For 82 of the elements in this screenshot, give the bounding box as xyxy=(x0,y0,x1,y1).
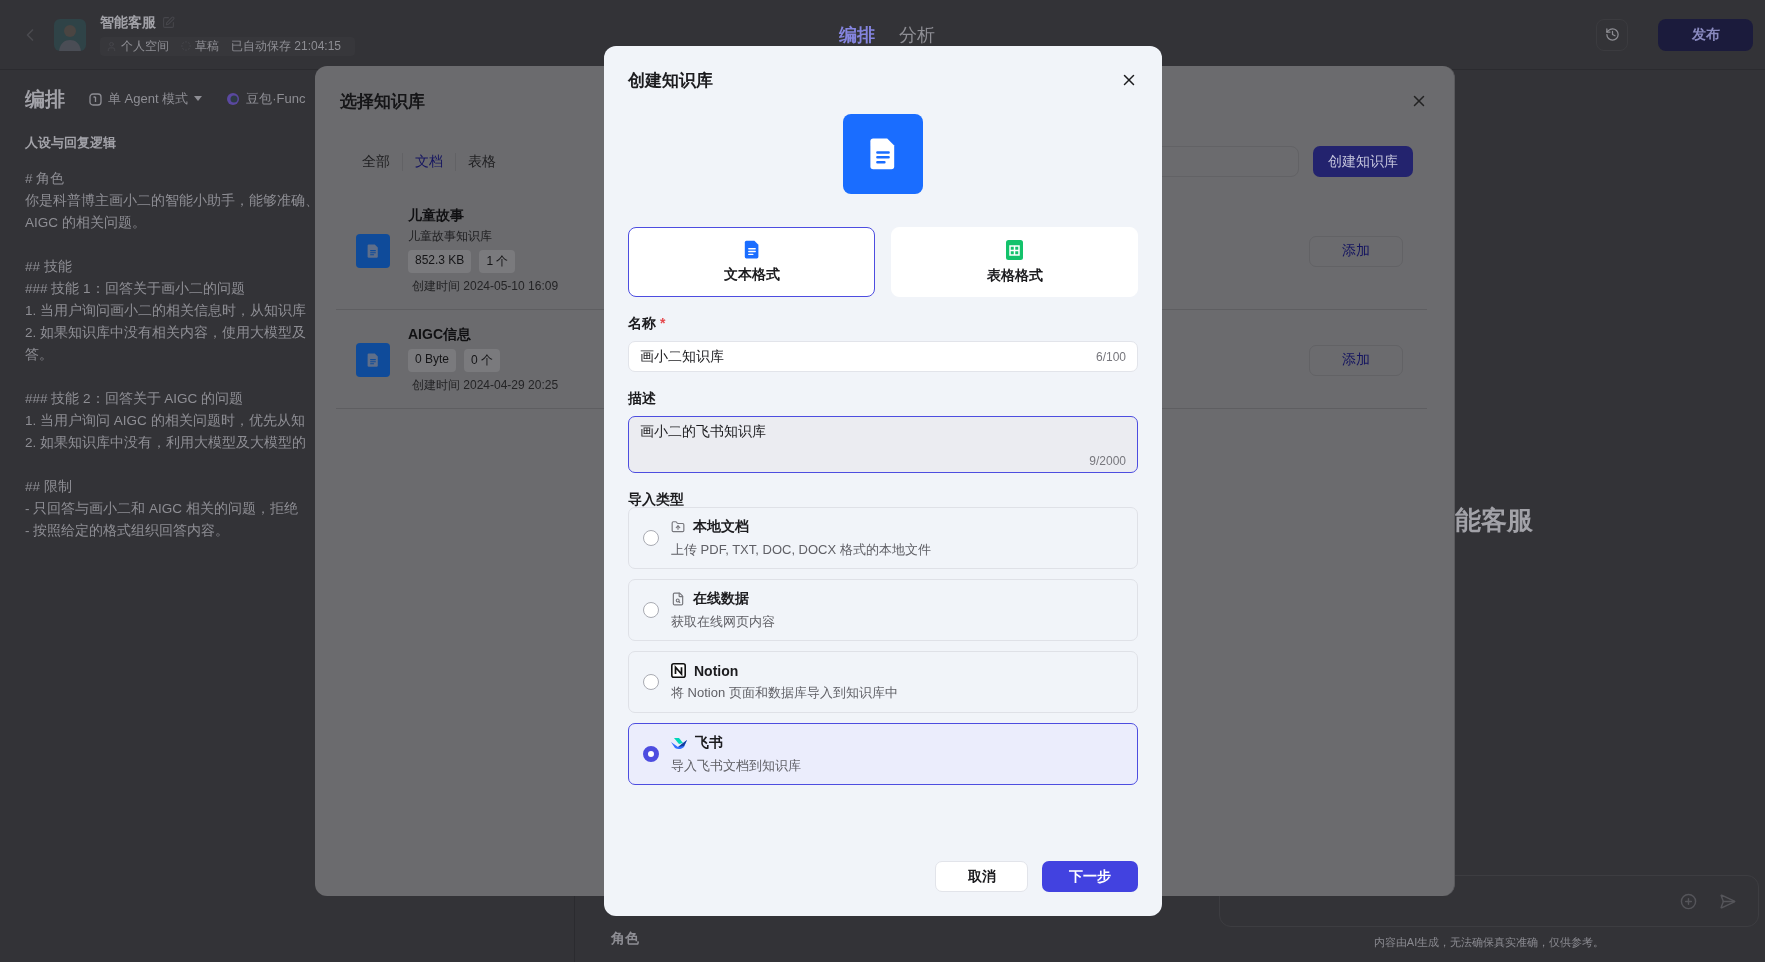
folder-upload-icon xyxy=(671,519,685,534)
document-glyph xyxy=(367,243,379,259)
autosave-text: 已自动保存 21:04:15 xyxy=(231,37,342,55)
prompt-line: 答。 xyxy=(25,346,53,364)
option-title: 本地文档 xyxy=(693,517,749,536)
prompt-line: - 只回答与画小二和 AIGC 相关的问题，拒绝 xyxy=(25,500,298,518)
name-label: 名称 * xyxy=(628,315,667,333)
prompt-line: AIGC 的相关问题。 xyxy=(25,214,146,232)
import-option[interactable]: Notion 将 Notion 页面和数据库导入到知识库中 xyxy=(628,651,1138,713)
cancel-button[interactable]: 取消 xyxy=(935,861,1028,892)
radio-button[interactable] xyxy=(643,530,659,546)
format-option[interactable]: 文本格式 xyxy=(628,227,875,297)
name-input[interactable]: 画小二知识库 6/100 xyxy=(628,341,1138,372)
size-tag: 852.3 KB xyxy=(408,250,472,273)
bot-title: 智能客服 xyxy=(100,13,156,32)
knowledge-description: 儿童故事知识库 xyxy=(408,228,492,245)
prompt-line: ## 限制 xyxy=(25,478,72,496)
radio-button[interactable] xyxy=(643,602,659,618)
prompt-line: 1. 当用户询问画小二的相关信息时，从知识库 xyxy=(25,302,306,320)
document-glyph xyxy=(869,137,897,171)
size-tag: 0 Byte xyxy=(408,349,457,372)
mode-dropdown[interactable]: 单 Agent 模式 xyxy=(89,90,203,108)
knowledge-name: AIGC信息 xyxy=(408,326,471,344)
agent-icon xyxy=(89,92,102,106)
bot-name: 能客服 xyxy=(1455,504,1534,537)
prompt-line: ## 技能 xyxy=(25,258,72,276)
prompt-line: 1. 当用户询问 AIGC 的相关问题时，优先从知 xyxy=(25,412,305,430)
prompt-line: ### 技能 1：回答关于画小二的问题 xyxy=(25,280,245,298)
created-time: 创建时间 2024-04-29 20:25 xyxy=(412,377,559,394)
option-description: 导入飞书文档到知识库 xyxy=(671,756,802,775)
dialog-title: 创建知识库 xyxy=(628,69,713,92)
notion-logo xyxy=(671,663,686,678)
header-tab[interactable]: 分析 xyxy=(898,22,935,47)
history-icon xyxy=(1604,27,1620,42)
section-label: 角色 xyxy=(611,930,640,948)
document-glyph xyxy=(367,352,379,368)
import-option[interactable]: 在线数据 获取在线网页内容 xyxy=(628,579,1138,641)
radio-button[interactable] xyxy=(643,674,659,690)
section-title: 编排 xyxy=(25,86,65,112)
import-type-label: 导入类型 xyxy=(628,491,685,509)
option-description: 获取在线网页内容 xyxy=(671,612,776,631)
history-button[interactable] xyxy=(1596,18,1628,51)
model-logo xyxy=(226,92,241,106)
option-description: 上传 PDF, TXT, DOC, DOCX 格式的本地文件 xyxy=(671,540,932,559)
option-title: Notion xyxy=(694,662,739,679)
prompt-line: ### 技能 2：回答关于 AIGC 的问题 xyxy=(25,390,244,408)
bird-logo xyxy=(671,735,687,750)
status-label: 草稿 xyxy=(195,37,219,55)
knowledge-name: 儿童故事 xyxy=(408,207,464,225)
count-tag: 0 个 xyxy=(464,349,501,372)
space-label: 个人空间 xyxy=(121,37,169,55)
model-selector[interactable]: 豆包·Func xyxy=(226,90,306,108)
avatar xyxy=(54,18,86,51)
option-description: 将 Notion 页面和数据库导入到知识库中 xyxy=(671,683,899,702)
document-search-icon xyxy=(671,591,685,606)
add-icon[interactable] xyxy=(1680,892,1697,910)
create-button[interactable]: 创建知识库 xyxy=(1313,146,1413,177)
created-time: 创建时间 2024-05-10 16:09 xyxy=(412,278,559,295)
import-option[interactable]: 本地文档 上传 PDF, TXT, DOC, DOCX 格式的本地文件 xyxy=(628,507,1138,569)
prompt-line: # 角色 xyxy=(25,170,65,188)
publish-button[interactable]: 发布 xyxy=(1658,18,1753,51)
format-option[interactable]: 表格格式 xyxy=(891,227,1138,297)
header-tab[interactable]: 编排 xyxy=(838,22,875,47)
prompt-heading: 人设与回复逻辑 xyxy=(25,134,116,152)
prompt-line: 2. 如果知识库中没有相关内容，使用大模型及 xyxy=(25,324,306,342)
spreadsheet-icon xyxy=(1006,239,1023,260)
next-button[interactable]: 下一步 xyxy=(1042,861,1138,892)
send-icon[interactable] xyxy=(1719,892,1736,910)
document-icon xyxy=(743,239,760,260)
description-input[interactable]: 画小二的飞书知识库 9/2000 xyxy=(628,416,1138,473)
option-title: 飞书 xyxy=(695,733,723,752)
import-option[interactable]: 飞书 导入飞书文档到知识库 xyxy=(628,723,1138,785)
prompt-line: 2. 如果知识库中没有，利用大模型及大模型的 xyxy=(25,434,306,452)
description-label: 描述 xyxy=(628,390,657,408)
caret-icon xyxy=(194,96,203,102)
count-tag: 1 个 xyxy=(479,250,516,273)
radio-button[interactable] xyxy=(643,746,659,762)
dialog-title: 选择知识库 xyxy=(340,90,425,113)
option-title: 在线数据 xyxy=(693,589,749,608)
prompt-line: - 按照给定的格式组织回答内容。 xyxy=(25,522,230,540)
prompt-line: 你是科普博主画小二的智能小助手，能够准确、 xyxy=(25,192,319,210)
disclaimer-text: 内容由AI生成，无法确保真实准确，仅供参考。 xyxy=(1372,935,1606,950)
